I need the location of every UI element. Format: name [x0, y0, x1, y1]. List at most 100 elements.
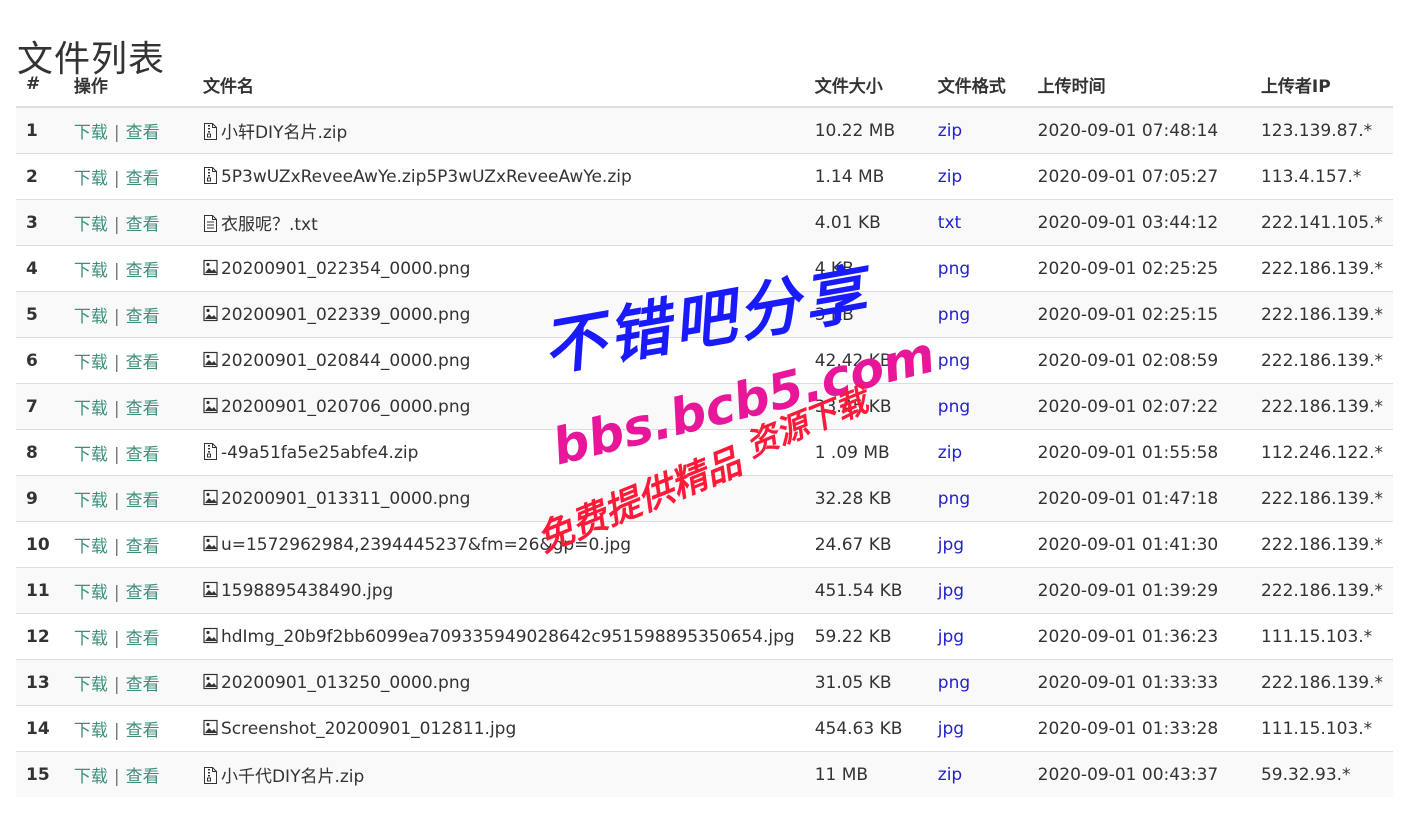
uploader-ip: 222.186.139.* [1250, 659, 1393, 706]
action-separator: | [113, 215, 120, 235]
action-separator: | [113, 491, 120, 511]
download-link[interactable]: 下载 [74, 307, 108, 327]
download-link[interactable]: 下载 [74, 353, 108, 373]
file-format-link[interactable]: zip [938, 443, 962, 463]
row-number: 12 [16, 613, 64, 660]
download-link[interactable]: 下载 [74, 123, 108, 143]
action-separator: | [113, 399, 120, 419]
row-number: 11 [16, 567, 64, 614]
view-link[interactable]: 查看 [126, 307, 160, 327]
table-row: 1 下载 | 查看 小轩DIY名片.zip 10.22 MB zip 2020-09-01 0… [16, 106, 1393, 154]
view-link[interactable]: 查看 [126, 721, 160, 741]
download-link[interactable]: 下载 [74, 583, 108, 603]
file-format-link[interactable]: png [938, 305, 970, 325]
download-link[interactable]: 下载 [74, 767, 108, 787]
download-link[interactable]: 下载 [74, 445, 108, 465]
action-separator: | [113, 537, 120, 557]
download-link[interactable]: 下载 [74, 261, 108, 281]
file-size: 4.01 KB [804, 199, 928, 246]
header-filename: 文件名 [192, 62, 805, 108]
row-filename-cell: u=1572962984,2394445237&fm=26&gp=0.jpg [192, 521, 805, 568]
view-link[interactable]: 查看 [126, 767, 160, 787]
action-separator: | [113, 583, 120, 603]
file-format-link[interactable]: zip [938, 765, 962, 785]
file-format-link[interactable]: jpg [938, 581, 964, 601]
file-name: 5P3wUZxReveeAwYe.zip5P3wUZxReveeAwYe.zip [220, 166, 632, 187]
row-actions: 下载 | 查看 [63, 521, 193, 568]
download-link[interactable]: 下载 [74, 399, 108, 419]
row-filename-cell: 20200901_013250_0000.png [192, 659, 805, 706]
view-link[interactable]: 查看 [126, 537, 160, 557]
download-link[interactable]: 下载 [74, 629, 108, 649]
view-link[interactable]: 查看 [126, 629, 160, 649]
view-link[interactable]: 查看 [126, 675, 160, 695]
row-filename-cell: 1598895438490.jpg [192, 567, 805, 614]
uploader-ip: 222.186.139.* [1250, 521, 1393, 568]
file-format-link[interactable]: jpg [938, 627, 964, 647]
upload-time: 2020-09-01 00:43:37 [1027, 751, 1251, 797]
file-format-link[interactable]: png [938, 673, 970, 693]
image-file-icon [203, 627, 218, 644]
table-row: 10 下载 | 查看 u=1572962984,2394445237&fm=26&gp=… [16, 521, 1393, 568]
row-actions: 下载 | 查看 [63, 705, 193, 752]
upload-time: 2020-09-01 03:44:12 [1027, 199, 1251, 246]
row-filename-cell: 20200901_020706_0000.png [192, 383, 805, 430]
file-name: Screenshot_20200901_012811.jpg [220, 718, 517, 739]
row-number: 1 [16, 106, 64, 154]
view-link[interactable]: 查看 [126, 353, 160, 373]
action-separator: | [113, 307, 120, 327]
action-separator: | [113, 767, 120, 787]
file-format-link[interactable]: zip [938, 121, 962, 141]
file-format-cell: png [927, 291, 1028, 338]
file-format-link[interactable]: txt [938, 213, 961, 233]
row-filename-cell: 衣服呢？.txt [192, 199, 805, 246]
view-link[interactable]: 查看 [126, 445, 160, 465]
file-format-link[interactable]: jpg [938, 719, 964, 739]
row-filename-cell: hdImg_20b9f2bb6099ea709335949028642c9515… [192, 613, 805, 660]
view-link[interactable]: 查看 [126, 583, 160, 603]
row-number: 14 [16, 705, 64, 752]
uploader-ip: 112.246.122.* [1250, 429, 1393, 476]
file-format-link[interactable]: png [938, 397, 970, 417]
view-link[interactable]: 查看 [126, 491, 160, 511]
view-link[interactable]: 查看 [126, 261, 160, 281]
file-format-link[interactable]: jpg [938, 535, 964, 555]
file-format-link[interactable]: zip [938, 167, 962, 187]
upload-time: 2020-09-01 01:41:30 [1027, 521, 1251, 568]
view-link[interactable]: 查看 [126, 169, 160, 189]
row-number: 4 [16, 245, 64, 292]
row-number: 8 [16, 429, 64, 476]
row-actions: 下载 | 查看 [63, 383, 193, 430]
download-link[interactable]: 下载 [74, 537, 108, 557]
view-link[interactable]: 查看 [126, 215, 160, 235]
file-name: 20200901_013250_0000.png [220, 672, 471, 693]
upload-time: 2020-09-01 02:08:59 [1027, 337, 1251, 384]
file-name: hdImg_20b9f2bb6099ea709335949028642c9515… [220, 626, 795, 647]
file-name: 20200901_022354_0000.png [220, 258, 471, 279]
file-format-cell: png [927, 659, 1028, 706]
row-filename-cell: 20200901_013311_0000.png [192, 475, 805, 522]
download-link[interactable]: 下载 [74, 215, 108, 235]
row-filename-cell: Screenshot_20200901_012811.jpg [192, 705, 805, 752]
download-link[interactable]: 下载 [74, 491, 108, 511]
download-link[interactable]: 下载 [74, 169, 108, 189]
action-separator: | [113, 629, 120, 649]
image-file-icon [203, 305, 218, 322]
row-actions: 下载 | 查看 [63, 475, 193, 522]
file-format-link[interactable]: png [938, 489, 970, 509]
view-link[interactable]: 查看 [126, 123, 160, 143]
file-format-link[interactable]: png [938, 351, 970, 371]
row-filename-cell: 20200901_022354_0000.png [192, 245, 805, 292]
file-format-cell: zip [927, 429, 1028, 476]
file-format-link[interactable]: png [938, 259, 970, 279]
download-link[interactable]: 下载 [74, 675, 108, 695]
header-upload-time: 上传时间 [1027, 62, 1251, 108]
file-name: 20200901_022339_0000.png [220, 304, 471, 325]
upload-time: 2020-09-01 01:36:23 [1027, 613, 1251, 660]
uploader-ip: 111.15.103.* [1250, 613, 1393, 660]
file-name: 衣服呢？.txt [220, 215, 318, 235]
download-link[interactable]: 下载 [74, 721, 108, 741]
view-link[interactable]: 查看 [126, 399, 160, 419]
table-row: 7 下载 | 查看 20200901_020706_0000.png 33.45 KB pn… [16, 383, 1393, 430]
row-actions: 下载 | 查看 [63, 337, 193, 384]
